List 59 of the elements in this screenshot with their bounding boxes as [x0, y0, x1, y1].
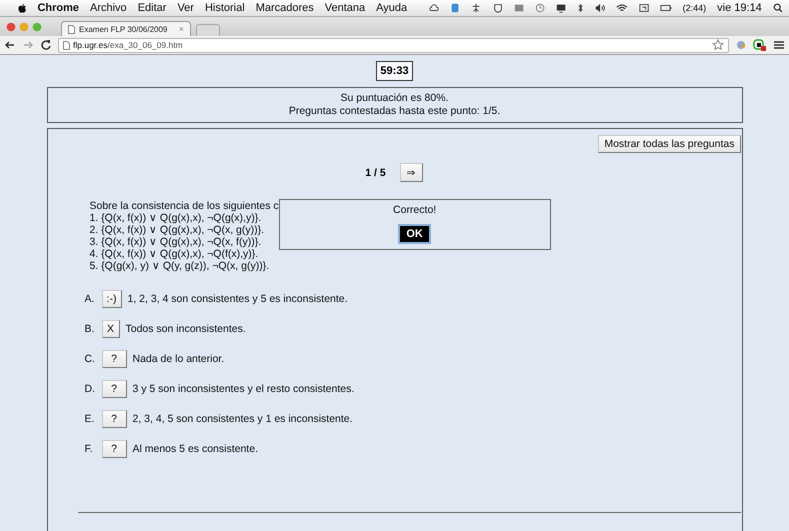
- menu-clock[interactable]: vie 19:14: [717, 2, 762, 14]
- search-icon[interactable]: [772, 2, 783, 14]
- browser-tab[interactable]: Examen FLP 30/06/2009 ×: [61, 21, 191, 36]
- option-letter: B.: [84, 323, 96, 335]
- menu-item[interactable]: Ayuda: [376, 2, 408, 14]
- option-text: 2, 3, 4, 5 son consistentes y 1 es inconsistente.: [132, 413, 353, 425]
- menu-item[interactable]: Historial: [204, 2, 245, 14]
- menu-item[interactable]: Archivo: [90, 2, 127, 14]
- answer-button[interactable]: ?: [102, 380, 126, 398]
- star-icon[interactable]: [712, 39, 724, 51]
- answer-button[interactable]: ?: [102, 440, 126, 458]
- window-controls-icon[interactable]: [6, 22, 44, 32]
- formula-line: 3. {Q(x, f(x)) ∨ Q(g(x),x), ¬Q(x, f(y))}.: [90, 236, 262, 248]
- option-text: 3 y 5 son inconsistentes y el resto consistentes.: [132, 383, 354, 395]
- clock-icon[interactable]: [534, 2, 545, 14]
- menu-item[interactable]: Ver: [177, 2, 194, 14]
- option-text: 1, 2, 3, 4 son consistentes y 5 es inconsistente.: [128, 293, 348, 305]
- menu-item[interactable]: Chrome: [37, 2, 79, 14]
- wifi-icon[interactable]: [616, 2, 628, 14]
- option-letter: A.: [84, 293, 96, 305]
- volume-icon[interactable]: [594, 2, 605, 14]
- dialog-message: Correcto!: [393, 204, 436, 216]
- score-text: Su puntuación es 80%.: [340, 92, 448, 105]
- cloud-icon[interactable]: [429, 2, 440, 14]
- answer-button[interactable]: ?: [102, 410, 126, 428]
- score-text: Preguntas contestadas hasta este punto: 1/5.: [288, 105, 500, 118]
- option-letter: C.: [84, 353, 96, 365]
- option-letter: F.: [84, 443, 94, 455]
- battery-icon[interactable]: [660, 2, 672, 14]
- formula-line: 4. {Q(x, f(x)) ∨ Q(g(x),x), ¬Q(f(x),y)}.: [90, 248, 258, 260]
- option-text: Nada de lo anterior.: [132, 353, 224, 365]
- next-button[interactable]: ⇒: [400, 163, 423, 182]
- apple-icon[interactable]: [18, 2, 26, 14]
- page-counter: 1 / 5: [365, 166, 386, 178]
- formula-line: 1. {Q(x, f(x)) ∨ Q(g(x),x), ¬Q(g(x),y)}.: [90, 212, 262, 224]
- bluetooth-icon[interactable]: [577, 2, 584, 14]
- address-field[interactable]: flp.ugr.es/exa_30_06_09.htm: [58, 38, 729, 52]
- option-text: Al menos 5 es consistente.: [132, 443, 258, 455]
- answer-button[interactable]: :-): [102, 290, 122, 308]
- ok-button[interactable]: OK: [398, 224, 431, 244]
- option-text: Todos son inconsistentes.: [126, 323, 246, 335]
- battery-time: (2:44): [682, 3, 706, 13]
- menu-item[interactable]: Editar: [138, 2, 166, 14]
- menu-item[interactable]: Ventana: [324, 2, 366, 14]
- back-icon[interactable]: [4, 39, 16, 51]
- formula-line: 2. {Q(x, f(x)) ∨ Q(g(x),x), ¬Q(x, g(y))}.: [90, 224, 264, 236]
- url-text: flp.ugr.es/exa_30_06_09.htm: [73, 40, 183, 50]
- answer-button[interactable]: ?: [102, 350, 126, 368]
- menu-icon[interactable]: [773, 39, 785, 51]
- menu-item[interactable]: Marcadores: [256, 2, 314, 14]
- answer-button[interactable]: X: [102, 320, 120, 338]
- display-icon[interactable]: [556, 2, 566, 14]
- timer: 59:33: [376, 61, 413, 81]
- option-letter: E.: [84, 413, 96, 425]
- formula-line: 5. {Q(g(x), y) ∨ Q(y, g(z)), ¬Q(x, g(y))}.: [90, 260, 270, 272]
- question-text: Sobre la consistencia de los siguientes c: [90, 200, 279, 212]
- option-letter: D.: [84, 383, 96, 395]
- reload-icon[interactable]: [40, 39, 52, 51]
- show-all-button[interactable]: Mostrar todas las preguntas: [598, 135, 740, 153]
